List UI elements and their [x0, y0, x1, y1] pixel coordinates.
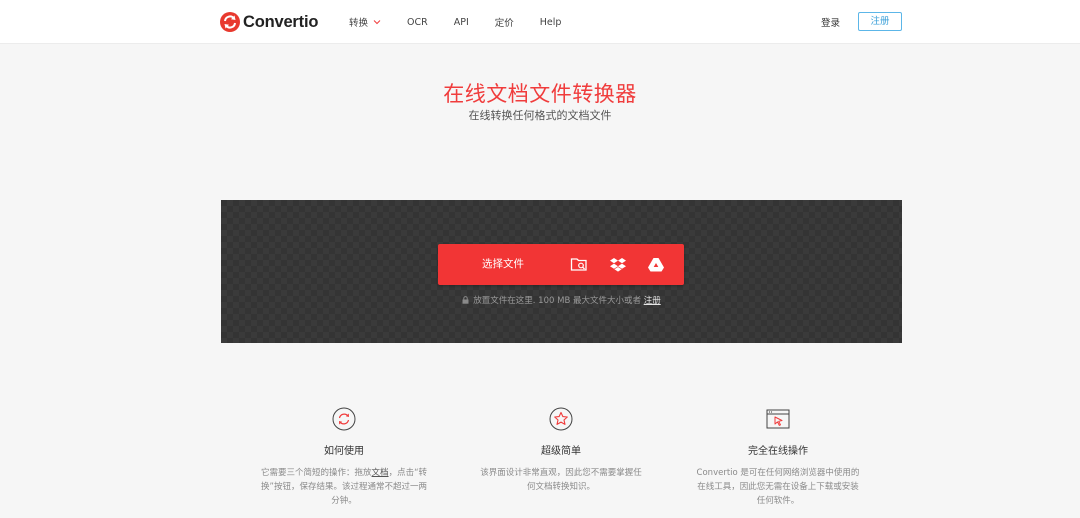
- feature-description: Convertio 是可在任何网络浏览器中使用的在线工具，因此您无需在设备上下载…: [696, 468, 860, 506]
- feature-description: 该界面设计非常直观，因此您不需要掌握任何文档转换知识。: [480, 468, 642, 492]
- nav-item-label: Help: [539, 16, 562, 28]
- login-link[interactable]: 登录: [821, 15, 840, 29]
- nav-item-convert[interactable]: 转换: [349, 15, 381, 29]
- logo-text: Convertio: [243, 12, 319, 31]
- feature-description: 它需要三个简短的操作：拖放文档，点击“转换”按钮，保存结果。该过程通常不超过一两…: [234, 466, 454, 508]
- browser-cursor-icon: [766, 409, 790, 429]
- nav-item-label: OCR: [407, 16, 428, 28]
- nav-item-ocr[interactable]: OCR: [407, 17, 428, 28]
- feature-desc-text: 它需要三个简短的操作：拖放: [261, 468, 372, 478]
- feature-title: 完全在线操作: [748, 446, 808, 457]
- drop-hint: 放置文件在这里. 100 MB 最大文件大小或者 注册: [221, 294, 902, 306]
- star-icon: [549, 407, 573, 431]
- refresh-icon: [332, 407, 356, 431]
- feature-how-to-use: 如何使用 它需要三个简短的操作：拖放文档，点击“转换”按钮，保存结果。该过程通常…: [234, 407, 454, 508]
- choose-files-label[interactable]: 选择文件: [482, 244, 524, 285]
- main-nav: 转换 OCR API 定价 Help: [349, 15, 587, 30]
- nav-item-api[interactable]: API: [454, 17, 469, 28]
- folder-search-icon[interactable]: [570, 256, 588, 273]
- nav-item-help[interactable]: Help: [540, 17, 562, 28]
- documents-link[interactable]: 文档: [372, 468, 389, 478]
- nav-item-label: API: [453, 16, 469, 28]
- convertio-logo-icon: [220, 12, 240, 32]
- feature-title: 如何使用: [324, 446, 364, 457]
- page-title: 在线文档文件转换器: [443, 82, 637, 106]
- google-drive-icon[interactable]: [647, 256, 665, 273]
- signup-button[interactable]: 注册: [858, 12, 902, 31]
- feature-fully-online: 完全在线操作 Convertio 是可在任何网络浏览器中使用的在线工具，因此您无…: [668, 407, 888, 508]
- register-link[interactable]: 注册: [644, 296, 661, 306]
- choose-files-button[interactable]: 选择文件: [438, 244, 684, 285]
- top-header: Convertio 转换 OCR API 定价 Help 登录 注册: [0, 0, 1080, 44]
- file-drop-zone[interactable]: 选择文件 放置文件在这里. 100 MB 最大文件大小或者 注册: [221, 200, 902, 343]
- logo[interactable]: Convertio: [220, 11, 318, 33]
- drop-hint-text: 放置文件在这里. 100 MB 最大文件大小或者: [473, 296, 644, 306]
- chevron-down-icon: [373, 20, 381, 25]
- feature-super-easy: 超级简单 该界面设计非常直观，因此您不需要掌握任何文档转换知识。: [451, 407, 671, 494]
- dropbox-icon[interactable]: [609, 256, 627, 273]
- feature-title: 超级简单: [541, 446, 581, 457]
- page-subtitle: 在线转换任何格式的文档文件: [468, 109, 612, 122]
- nav-item-label: 转换: [349, 18, 369, 29]
- nav-item-pricing[interactable]: 定价: [495, 15, 514, 29]
- nav-item-label: 定价: [494, 18, 514, 29]
- lock-icon: [462, 296, 469, 304]
